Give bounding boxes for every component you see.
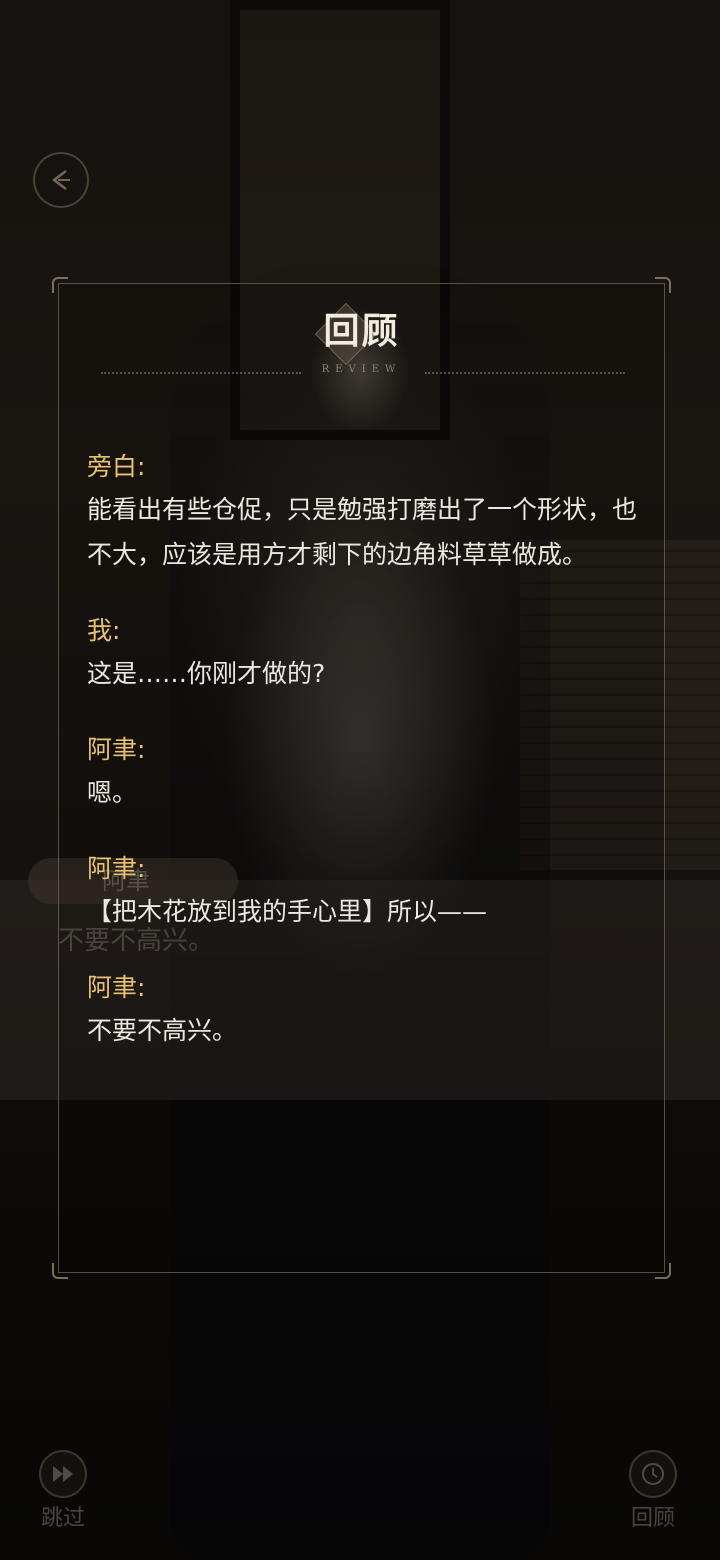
review-header: 回顾 REVIEW <box>59 302 664 386</box>
dialogue-text: 不要不高兴。 <box>87 1016 238 1045</box>
back-button[interactable] <box>33 152 89 208</box>
review-button[interactable]: 回顾 <box>618 1450 688 1532</box>
review-entry: 旁白: 能看出有些仓促，只是勉强打磨出了一个形状，也不大，应该是用方才剩下的边角… <box>87 449 647 577</box>
dialogue-text: 能看出有些仓促，只是勉强打磨出了一个形状，也不大，应该是用方才剩下的边角料草草做… <box>87 495 638 569</box>
review-panel[interactable]: 回顾 REVIEW 旁白: 能看出有些仓促，只是勉强打磨出了一个形状，也不大，应… <box>52 277 671 1279</box>
skip-button[interactable]: 跳过 <box>28 1450 98 1532</box>
frame-corner <box>52 277 68 293</box>
game-scene: 阿聿 不要不高兴。 跳过 回顾 回顾 REVIEW 旁白: 能看出有些仓促，只是… <box>0 0 720 1560</box>
review-title: 回顾 <box>323 310 400 352</box>
review-entry: 阿聿: 【把木花放到我的手心里】所以—— <box>87 851 647 934</box>
review-label: 回顾 <box>630 1506 675 1531</box>
dialogue-text: 【把木花放到我的手心里】所以—— <box>87 897 488 926</box>
speaker-name: 我: <box>87 616 121 645</box>
review-log[interactable]: 旁白: 能看出有些仓促，只是勉强打磨出了一个形状，也不大，应该是用方才剩下的边角… <box>87 449 647 1089</box>
speaker-name: 阿聿: <box>87 973 146 1002</box>
speaker-name: 阿聿: <box>87 854 146 883</box>
fast-forward-icon <box>53 1466 73 1482</box>
review-entry: 我: 这是……你刚才做的? <box>87 613 647 696</box>
back-arrow-icon <box>52 170 70 190</box>
speaker-name: 阿聿: <box>87 735 146 764</box>
review-entry: 阿聿: 嗯。 <box>87 732 647 815</box>
frame-corner <box>655 277 671 293</box>
skip-label: 跳过 <box>40 1506 85 1531</box>
clock-icon <box>642 1463 664 1485</box>
review-entry: 阿聿: 不要不高兴。 <box>87 970 647 1053</box>
frame-corner <box>52 1263 68 1279</box>
divider <box>425 372 625 374</box>
dialogue-text: 嗯。 <box>87 778 138 807</box>
frame-corner <box>655 1263 671 1279</box>
speaker-name: 旁白: <box>87 452 146 481</box>
dialogue-text: 这是……你刚才做的? <box>87 659 326 688</box>
